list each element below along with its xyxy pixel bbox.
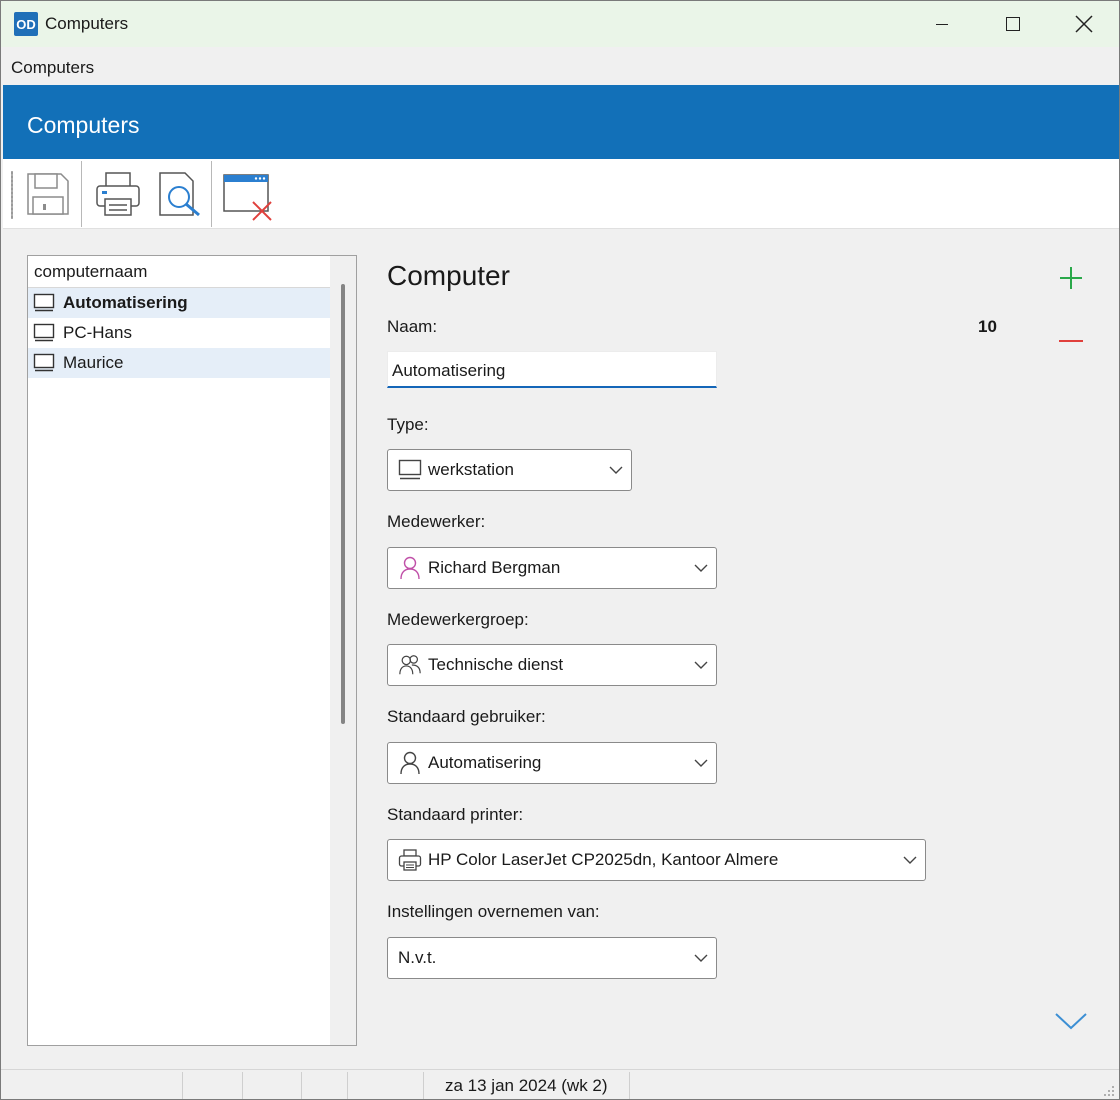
save-button[interactable] <box>23 169 73 219</box>
chevron-down-icon <box>609 466 623 474</box>
type-value: werkstation <box>428 460 514 479</box>
medewerkergroep-value: Technische dienst <box>428 655 564 674</box>
close-window-icon <box>223 174 272 221</box>
chevron-down-icon <box>694 759 708 767</box>
list-item-label: Automatisering <box>63 293 188 312</box>
toolbar <box>3 159 1119 229</box>
print-preview-button[interactable] <box>155 169 205 219</box>
medewerker-value: Richard Bergman <box>428 558 561 577</box>
user-icon <box>398 751 422 775</box>
list-item[interactable]: Maurice <box>28 348 330 378</box>
minimize-button[interactable] <box>907 1 977 47</box>
chevron-down-icon <box>694 564 708 572</box>
chevron-down-icon <box>694 661 708 669</box>
instellingen-label: Instellingen overnemen van: <box>387 902 600 921</box>
close-icon <box>1075 15 1093 33</box>
monitor-icon <box>33 293 55 312</box>
instellingen-value: N.v.t. <box>398 948 437 967</box>
naam-label: Naam: <box>387 317 438 336</box>
app-window: OD Computers Computers Computers compute… <box>0 0 1120 1100</box>
scrollbar-thumb[interactable] <box>341 284 345 724</box>
close-button[interactable] <box>1049 1 1119 47</box>
status-cell <box>183 1072 243 1099</box>
list-item[interactable]: Automatisering <box>28 288 330 318</box>
print-preview-icon <box>159 172 200 217</box>
toolbar-separator <box>81 161 82 227</box>
computer-id: 10 <box>978 317 997 336</box>
maximize-button[interactable] <box>978 1 1048 47</box>
maximize-icon <box>1006 17 1020 31</box>
menu-item-computers[interactable]: Computers <box>11 58 94 78</box>
monitor-icon <box>33 323 55 342</box>
status-cell <box>348 1072 424 1099</box>
employee-icon <box>398 556 422 580</box>
list-item-label: Maurice <box>63 353 124 372</box>
list-item[interactable]: PC-Hans <box>28 318 330 348</box>
status-cell <box>302 1072 348 1099</box>
page-header: Computers <box>3 85 1119 159</box>
status-date: za 13 jan 2024 (wk 2) <box>445 1076 608 1095</box>
title-bar[interactable]: OD Computers <box>1 1 1119 47</box>
instellingen-select[interactable]: N.v.t. <box>387 937 717 979</box>
group-icon <box>398 653 422 677</box>
printer-value: HP Color LaserJet CP2025dn, Kantoor Alme… <box>428 850 779 869</box>
printer-label: Standaard printer: <box>387 805 524 824</box>
monitor-icon <box>398 458 422 482</box>
window-title: Computers <box>45 14 129 33</box>
status-cell <box>243 1072 302 1099</box>
save-icon <box>27 173 69 215</box>
toolbar-grip[interactable] <box>11 171 13 219</box>
close-window-button[interactable] <box>221 169 272 221</box>
print-button[interactable] <box>93 169 143 219</box>
add-button[interactable] <box>1056 263 1086 293</box>
printer-icon <box>398 848 422 872</box>
status-cell <box>1 1072 183 1099</box>
chevron-down-icon <box>694 954 708 962</box>
print-icon <box>96 172 140 216</box>
type-label: Type: <box>387 415 429 434</box>
resize-grip-icon[interactable] <box>1101 1083 1115 1097</box>
medewerker-label: Medewerker: <box>387 512 486 531</box>
printer-select[interactable]: HP Color LaserJet CP2025dn, Kantoor Alme… <box>387 839 926 881</box>
gebruiker-select[interactable]: Automatisering <box>387 742 717 784</box>
computer-list[interactable]: computernaam Automatisering PC-Hans Maur… <box>27 255 357 1046</box>
list-item-label: PC-Hans <box>63 323 132 342</box>
gebruiker-value: Automatisering <box>428 753 542 772</box>
column-header-computernaam[interactable]: computernaam <box>28 256 330 288</box>
chevron-down-icon <box>1055 1013 1087 1030</box>
list-scrollbar[interactable] <box>330 256 356 1045</box>
menu-bar: Computers <box>1 47 1119 85</box>
minus-icon <box>1059 340 1083 342</box>
status-bar: za 13 jan 2024 (wk 2) <box>1 1069 1119 1099</box>
medewerkergroep-label: Medewerkergroep: <box>387 610 529 629</box>
app-logo: OD <box>14 12 38 36</box>
page-title: Computers <box>27 112 140 138</box>
monitor-icon <box>33 353 55 372</box>
naam-input[interactable] <box>387 351 717 388</box>
remove-button[interactable] <box>1056 326 1086 356</box>
toolbar-separator <box>211 161 212 227</box>
plus-icon <box>1060 267 1082 289</box>
gebruiker-label: Standaard gebruiker: <box>387 707 546 726</box>
medewerker-select[interactable]: Richard Bergman <box>387 547 717 589</box>
chevron-down-icon <box>903 856 917 864</box>
form-title: Computer <box>387 260 510 291</box>
expand-button[interactable] <box>1053 1006 1089 1036</box>
type-select[interactable]: werkstation <box>387 449 632 491</box>
minimize-icon <box>936 23 948 25</box>
medewerkergroep-select[interactable]: Technische dienst <box>387 644 717 686</box>
